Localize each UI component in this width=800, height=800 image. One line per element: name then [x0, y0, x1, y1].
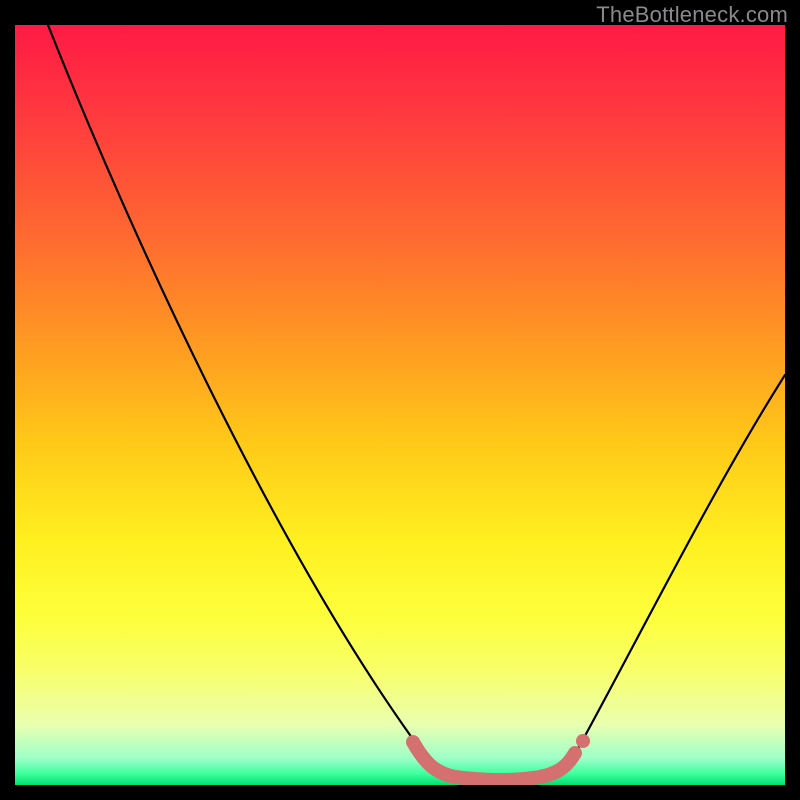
curve-layer — [15, 25, 785, 785]
plot-area — [15, 25, 785, 785]
bottleneck-curve-line — [48, 25, 785, 780]
chart-frame: TheBottleneck.com — [0, 0, 800, 800]
optimal-zone-highlight — [413, 734, 590, 780]
